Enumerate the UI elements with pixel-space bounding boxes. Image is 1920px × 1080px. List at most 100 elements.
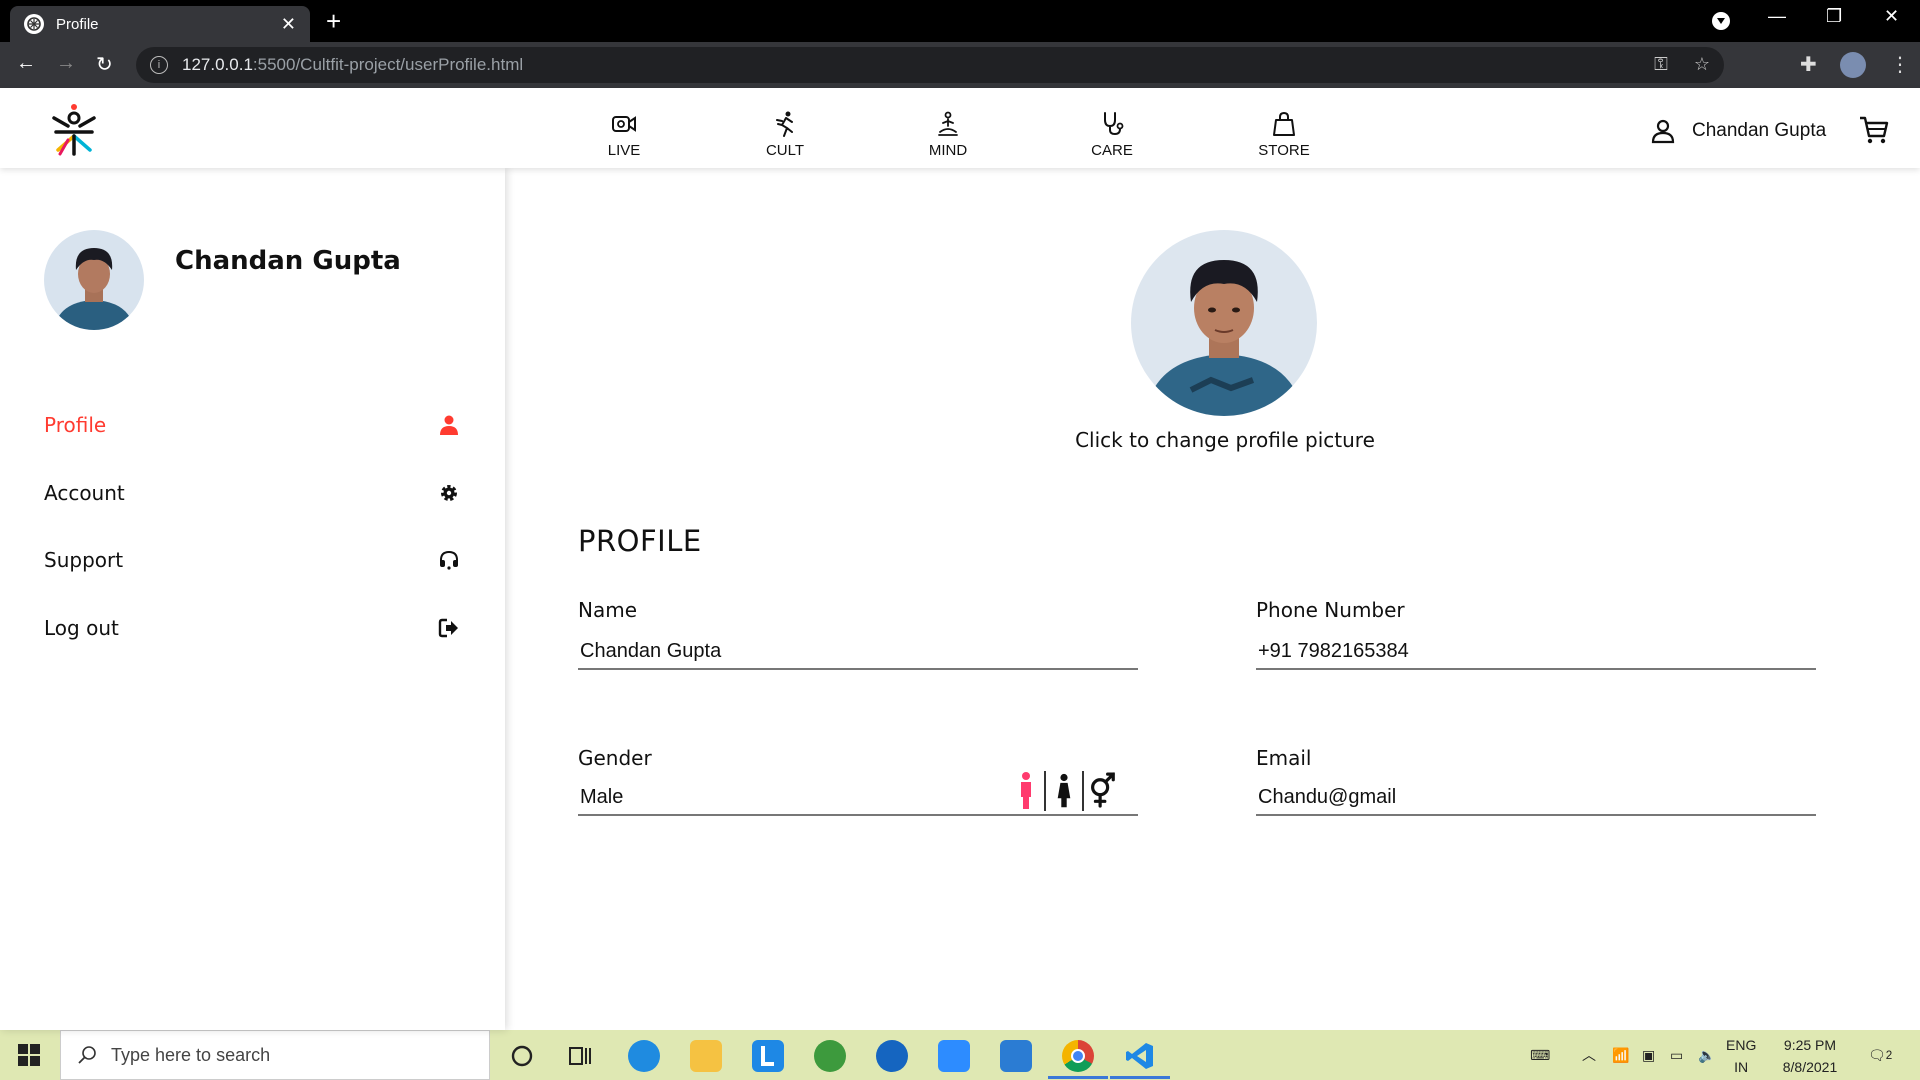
nav-care[interactable]: CARE	[1072, 110, 1152, 159]
minimize-icon[interactable]: —	[1768, 6, 1786, 27]
maps-icon[interactable]	[876, 1040, 908, 1072]
clock-time: 9:25 PM	[1783, 1037, 1837, 1053]
notifications-icon[interactable]: 🗨 2	[1868, 1030, 1892, 1080]
clock-date: 8/8/2021	[1782, 1059, 1838, 1075]
cultfit-logo-icon[interactable]	[46, 102, 102, 158]
wifi-icon[interactable]: 📶	[1612, 1030, 1629, 1080]
video-camera-icon	[612, 116, 636, 132]
lang-bottom: IN	[1734, 1059, 1749, 1075]
logout-icon	[438, 618, 458, 638]
menu-item-logout-label: Log out	[44, 616, 119, 640]
browser-profile-avatar[interactable]	[1840, 52, 1866, 78]
nav-store[interactable]: STORE	[1244, 110, 1324, 159]
tray-overflow-icon[interactable]: ︿	[1582, 1030, 1596, 1080]
tray-keyboard-icon[interactable]: ⌨	[1530, 1030, 1550, 1080]
user-outline-icon	[1651, 119, 1675, 144]
header-user-link[interactable]: Chandan Gupta	[1650, 118, 1826, 144]
taskbar-search[interactable]: Type here to search	[60, 1030, 490, 1080]
tab-search-icon[interactable]	[1712, 12, 1730, 30]
wps-writer-icon[interactable]	[1000, 1040, 1032, 1072]
restore-icon[interactable]: ❐	[1826, 6, 1842, 27]
menu-item-profile[interactable]: Profile	[44, 405, 460, 445]
nav-live[interactable]: LIVE	[584, 110, 664, 159]
male-icon[interactable]	[1008, 770, 1044, 812]
forward-icon[interactable]: →	[56, 52, 76, 75]
nav-care-label: CARE	[1091, 142, 1133, 159]
battery-icon[interactable]: ▭	[1670, 1030, 1683, 1080]
cortana-icon[interactable]	[506, 1040, 538, 1072]
name-label: Name	[578, 598, 638, 622]
bookmark-star-icon[interactable]: ☆	[1694, 54, 1710, 75]
sidebar-avatar	[44, 230, 144, 330]
header-user-name: Chandan Gupta	[1692, 120, 1827, 141]
browser-toolbar: ← → ↻ i 127.0.0.1:5500/Cultfit-project/u…	[0, 42, 1920, 88]
task-view-icon[interactable]	[564, 1040, 596, 1072]
change-picture-link[interactable]: Click to change profile picture	[1000, 428, 1450, 452]
lang-top: ENG	[1726, 1037, 1757, 1053]
profile-sidebar: Chandan Gupta Profile Account Support Lo…	[0, 168, 505, 1030]
vscode-icon[interactable]	[1124, 1040, 1156, 1072]
menu-item-account-label: Account	[44, 481, 125, 505]
stethoscope-icon	[1104, 112, 1124, 136]
volume-icon[interactable]: 🔈	[1698, 1030, 1715, 1080]
other-gender-icon[interactable]	[1084, 770, 1120, 812]
file-explorer-icon[interactable]	[690, 1040, 722, 1072]
key-icon[interactable]: ⚿	[1654, 54, 1668, 75]
nav-mind-label: MIND	[928, 142, 968, 159]
language-indicator[interactable]: ENG IN	[1726, 1034, 1756, 1078]
taskbar-search-placeholder: Type here to search	[111, 1044, 271, 1065]
meditation-icon	[938, 111, 958, 136]
phone-label: Phone Number	[1256, 598, 1405, 622]
nav-cult-label: CULT	[765, 142, 805, 159]
back-icon[interactable]: ←	[16, 52, 36, 75]
phone-field[interactable]: +91 7982165384	[1256, 634, 1816, 670]
gear-icon	[441, 485, 457, 501]
new-tab-icon[interactable]: +	[326, 8, 341, 34]
edge-icon[interactable]	[628, 1040, 660, 1072]
meet-icon[interactable]: ▣	[1642, 1030, 1655, 1080]
menu-item-logout[interactable]: Log out	[44, 608, 460, 648]
shopping-bag-icon	[1273, 111, 1295, 136]
site-info-icon[interactable]: i	[150, 56, 168, 74]
profile-picture[interactable]	[1131, 230, 1317, 416]
name-field[interactable]: Chandan Gupta	[578, 634, 1138, 670]
browser-tab[interactable]: Profile ✕	[10, 6, 310, 42]
site-favicon-icon	[24, 14, 44, 34]
menu-item-support-label: Support	[44, 548, 124, 572]
tab-close-icon[interactable]: ✕	[281, 14, 296, 35]
browser-menu-icon[interactable]: ⋮	[1890, 52, 1910, 77]
menu-item-profile-label: Profile	[44, 413, 107, 437]
menu-item-account[interactable]: Account	[44, 473, 460, 513]
nav-live-label: LIVE	[607, 142, 641, 159]
zoom-icon[interactable]	[938, 1040, 970, 1072]
url-path: :5500/Cultfit-project/userProfile.html	[252, 55, 524, 74]
extensions-icon[interactable]: ✚	[1800, 52, 1817, 77]
email-field[interactable]: Chandu@gmail	[1256, 780, 1816, 816]
site-header: LIVE CULT MIND CARE STORE Chandan Gupta	[0, 88, 1920, 168]
sidebar-user-name: Chandan Gupta	[175, 246, 401, 276]
reload-icon[interactable]: ↻	[96, 52, 113, 77]
user-icon	[440, 415, 458, 435]
green-app-icon[interactable]	[814, 1040, 846, 1072]
headset-icon	[440, 550, 458, 570]
profile-section-title: PROFILE	[578, 524, 702, 558]
taskbar-clock[interactable]: 9:25 PM 8/8/2021	[1762, 1034, 1858, 1078]
window-close-icon[interactable]: ✕	[1884, 6, 1899, 27]
l-app-icon[interactable]	[752, 1040, 784, 1072]
address-bar[interactable]: i 127.0.0.1:5500/Cultfit-project/userPro…	[136, 47, 1724, 83]
nav-mind[interactable]: MIND	[908, 110, 988, 159]
nav-store-label: STORE	[1258, 142, 1310, 159]
nav-cult[interactable]: CULT	[745, 110, 825, 159]
cart-icon[interactable]	[1858, 114, 1890, 146]
gender-label: Gender	[578, 746, 652, 770]
chrome-active-indicator	[1048, 1076, 1108, 1079]
tab-title: Profile	[56, 15, 99, 33]
search-icon	[78, 1046, 96, 1064]
windows-start-icon[interactable]	[18, 1044, 40, 1066]
chrome-icon[interactable]	[1062, 1040, 1094, 1072]
running-person-icon	[776, 111, 793, 137]
windows-taskbar: Type here to search ⌨ ︿ 📶 ▣ ▭ 🔈 ENG IN 9…	[0, 1030, 1920, 1080]
female-icon[interactable]	[1046, 770, 1082, 812]
menu-item-support[interactable]: Support	[44, 540, 460, 580]
notification-count: 2	[1885, 1048, 1893, 1062]
